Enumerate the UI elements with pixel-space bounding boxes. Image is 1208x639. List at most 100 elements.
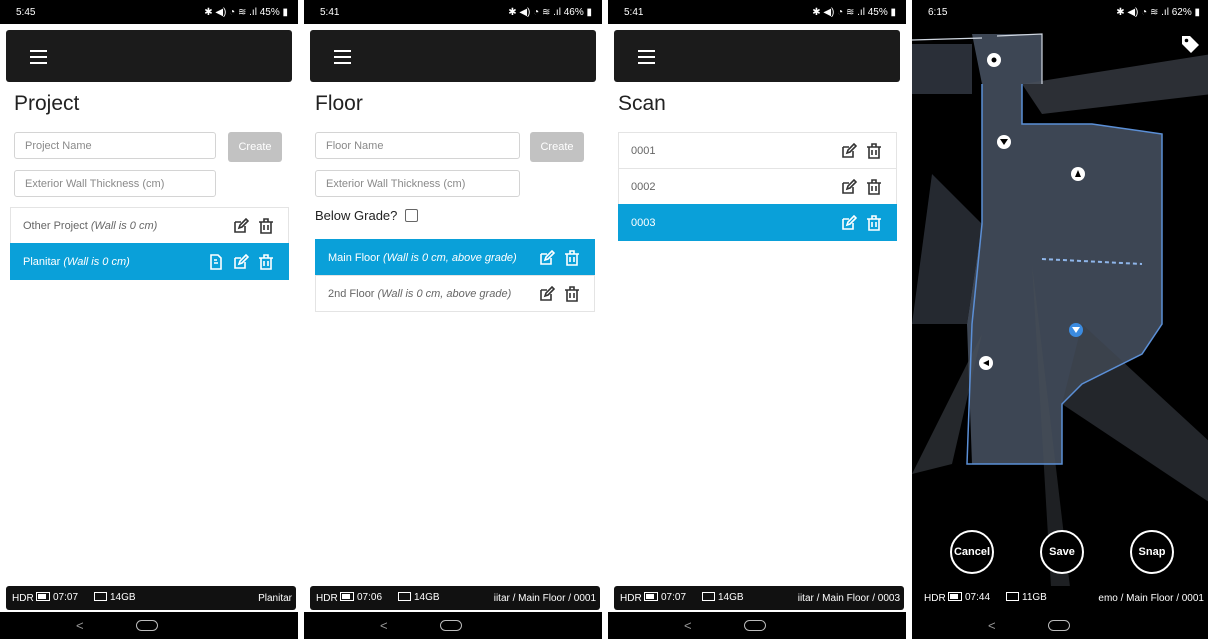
app-bar xyxy=(6,30,292,82)
status-bar: 5:41 ✱ ◀) ◔ ≋ .ıl 46% ▮ xyxy=(304,0,602,24)
storage-indicator: 14GB xyxy=(398,592,440,603)
home-icon[interactable] xyxy=(1048,620,1070,631)
back-icon[interactable]: < xyxy=(380,618,388,633)
home-icon[interactable] xyxy=(136,620,158,631)
item-label: 2nd Floor (Wall is 0 cm, above grade) xyxy=(328,288,512,300)
back-icon[interactable]: < xyxy=(76,618,84,633)
edit-icon[interactable] xyxy=(841,179,857,195)
delete-icon[interactable] xyxy=(564,250,580,266)
current-path: iitar / Main Floor / 0003 xyxy=(797,593,900,604)
storage-icon xyxy=(1006,592,1019,601)
list-item[interactable]: 0001 xyxy=(618,132,897,169)
delete-icon[interactable] xyxy=(866,215,882,231)
item-label: 0001 xyxy=(631,145,656,157)
status-icons: ✱ ◀) ◔ ≋ .ıl 62% ▮ xyxy=(1116,7,1200,18)
scan-map[interactable] xyxy=(912,24,1208,612)
edit-icon[interactable] xyxy=(539,250,555,266)
item-label: Other Project (Wall is 0 cm) xyxy=(23,220,158,232)
storage-indicator: 11GB xyxy=(1006,592,1047,603)
status-time: 6:15 xyxy=(928,7,948,18)
menu-icon[interactable] xyxy=(638,50,655,64)
item-label: Planitar (Wall is 0 cm) xyxy=(23,256,130,268)
edit-icon[interactable] xyxy=(539,286,555,302)
camera-status-bar: HDR 07:06 14GB iitar / Main Floor / 0001 xyxy=(310,586,600,610)
current-path: iitar / Main Floor / 0001 xyxy=(493,593,596,604)
storage-icon xyxy=(702,592,715,601)
battery-icon xyxy=(644,592,658,601)
delete-icon[interactable] xyxy=(258,254,274,270)
edit-icon[interactable] xyxy=(841,215,857,231)
status-time: 5:41 xyxy=(624,7,644,18)
battery-indicator: 07:07 xyxy=(644,592,686,603)
battery-indicator: 07:06 xyxy=(340,592,382,603)
cancel-button[interactable]: Cancel xyxy=(950,530,994,574)
app-bar xyxy=(614,30,900,82)
delete-icon[interactable] xyxy=(564,286,580,302)
scan-list: 0001 0002 0003 xyxy=(618,132,897,241)
battery-icon xyxy=(948,592,962,601)
edit-icon[interactable] xyxy=(233,254,249,270)
list-item[interactable]: 0002 xyxy=(618,168,897,205)
project-name-input[interactable]: Project Name xyxy=(14,132,216,159)
status-icons: ✱ ◀) ◔ ≋ .ıl 45% ▮ xyxy=(812,7,896,18)
list-item-selected[interactable]: 0003 xyxy=(618,204,897,241)
floor-list: Main Floor (Wall is 0 cm, above grade) 2… xyxy=(315,239,595,312)
scan-screen: 5:41 ✱ ◀) ◔ ≋ .ıl 45% ▮ Scan 0001 0002 0… xyxy=(608,0,906,639)
item-label: 0003 xyxy=(631,217,656,229)
delete-icon[interactable] xyxy=(866,179,882,195)
home-icon[interactable] xyxy=(440,620,462,631)
camera-status-bar: HDR 07:44 11GB emo / Main Floor / 0001 xyxy=(918,586,1208,610)
floor-name-input[interactable]: Floor Name xyxy=(315,132,520,159)
status-bar: 5:41 ✱ ◀) ◔ ≋ .ıl 45% ▮ xyxy=(608,0,906,24)
floor-screen: 5:41 ✱ ◀) ◔ ≋ .ıl 46% ▮ Floor Floor Name… xyxy=(304,0,602,639)
list-item[interactable]: Other Project (Wall is 0 cm) xyxy=(10,207,289,244)
battery-icon xyxy=(340,592,354,601)
tag-icon[interactable] xyxy=(1180,34,1200,54)
page-title: Scan xyxy=(618,92,666,115)
edit-icon[interactable] xyxy=(233,218,249,234)
document-icon[interactable] xyxy=(208,254,224,270)
status-icons: ✱ ◀) ◔ ≋ .ıl 46% ▮ xyxy=(508,7,592,18)
list-item[interactable]: 2nd Floor (Wall is 0 cm, above grade) xyxy=(315,275,595,312)
storage-indicator: 14GB xyxy=(702,592,744,603)
status-bar: 5:45 ✱ ◀) ◔ ≋ .ıl 45% ▮ xyxy=(0,0,298,24)
hdr-label: HDR xyxy=(924,593,946,604)
nav-bar: < xyxy=(0,612,298,639)
save-button[interactable]: Save xyxy=(1040,530,1084,574)
status-time: 5:45 xyxy=(16,7,36,18)
delete-icon[interactable] xyxy=(258,218,274,234)
battery-indicator: 07:07 xyxy=(36,592,78,603)
edit-icon[interactable] xyxy=(841,143,857,159)
hdr-label: HDR xyxy=(316,593,338,604)
item-label: 0002 xyxy=(631,181,656,193)
list-item-selected[interactable]: Planitar (Wall is 0 cm) xyxy=(10,243,289,280)
project-screen: 5:45 ✱ ◀) ◔ ≋ .ıl 45% ▮ Project Project … xyxy=(0,0,298,639)
delete-icon[interactable] xyxy=(866,143,882,159)
back-icon[interactable]: < xyxy=(684,618,692,633)
nav-bar: < xyxy=(608,612,906,639)
back-icon[interactable]: < xyxy=(988,618,996,633)
wall-thickness-input[interactable]: Exterior Wall Thickness (cm) xyxy=(14,170,216,197)
battery-indicator: 07:44 xyxy=(948,592,990,603)
wall-thickness-input[interactable]: Exterior Wall Thickness (cm) xyxy=(315,170,520,197)
status-bar: 6:15 ✱ ◀) ◔ ≋ .ıl 62% ▮ xyxy=(912,0,1208,24)
storage-icon xyxy=(398,592,411,601)
camera-status-bar: HDR 07:07 14GB Planitar xyxy=(6,586,296,610)
menu-icon[interactable] xyxy=(30,50,47,64)
storage-icon xyxy=(94,592,107,601)
item-label: Main Floor (Wall is 0 cm, above grade) xyxy=(328,252,517,264)
create-button[interactable]: Create xyxy=(530,132,584,162)
create-button[interactable]: Create xyxy=(228,132,282,162)
snap-button[interactable]: Snap xyxy=(1130,530,1174,574)
camera-status-bar: HDR 07:07 14GB iitar / Main Floor / 0003 xyxy=(614,586,904,610)
status-time: 5:41 xyxy=(320,7,340,18)
list-item-selected[interactable]: Main Floor (Wall is 0 cm, above grade) xyxy=(315,239,595,276)
project-list: Other Project (Wall is 0 cm) Planitar (W… xyxy=(10,207,289,280)
home-icon[interactable] xyxy=(744,620,766,631)
current-path: emo / Main Floor / 0001 xyxy=(1098,593,1204,604)
hdr-label: HDR xyxy=(620,593,642,604)
floor-plan-map[interactable] xyxy=(912,24,1208,612)
menu-icon[interactable] xyxy=(334,50,351,64)
scan-map-screen: 6:15 ✱ ◀) ◔ ≋ .ıl 62% ▮ Cancel Save Snap… xyxy=(912,0,1208,639)
below-grade-checkbox[interactable] xyxy=(405,209,419,222)
